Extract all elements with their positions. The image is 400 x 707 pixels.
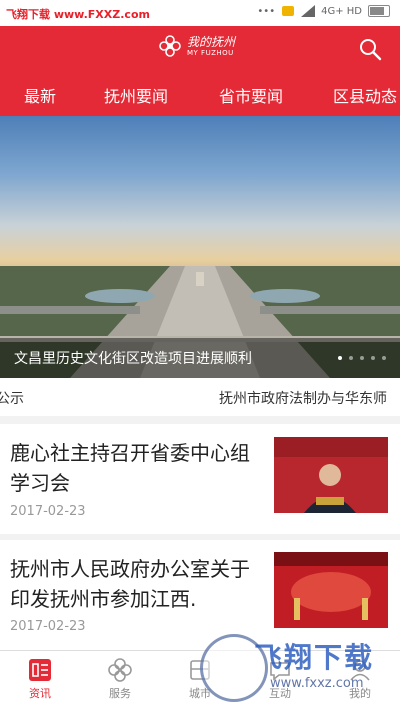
news-title[interactable]: 鹿心社主持召开省委中心组学习会 bbox=[10, 438, 266, 498]
watermark-text: 飞翔下载 bbox=[254, 641, 375, 674]
tab-fuzhou-news[interactable]: 抚州要闻 bbox=[104, 83, 168, 107]
carousel-dot[interactable] bbox=[382, 356, 386, 360]
news-date: 2017-02-23 bbox=[10, 504, 86, 519]
banner-caption-text: 文昌里历史文化街区改造项目进展顺利 bbox=[14, 351, 252, 367]
tabbar-item-service[interactable]: 服务 bbox=[80, 657, 160, 701]
watermark-logo: 飞翔下载 www.fxxz.com bbox=[200, 632, 390, 702]
tab-latest[interactable]: 最新 bbox=[24, 83, 56, 107]
search-icon[interactable] bbox=[358, 37, 382, 61]
tab-province-news[interactable]: 省市要闻 bbox=[219, 83, 283, 107]
battery-icon bbox=[368, 5, 390, 17]
news-thumbnail[interactable] bbox=[274, 552, 388, 628]
carousel-dot[interactable] bbox=[360, 356, 364, 360]
news-icon bbox=[29, 659, 51, 681]
ticker-item[interactable]: 抚州市政府法制办与华东师 bbox=[219, 388, 387, 408]
tabbar-item-news[interactable]: 资讯 bbox=[0, 657, 80, 701]
app-logo: 我的抚州 MY FUZHOU bbox=[158, 34, 235, 58]
network-label: 4G+ HD bbox=[321, 5, 362, 17]
signal-icon bbox=[301, 5, 316, 17]
watermark-url: www.fxxz.com bbox=[270, 676, 364, 691]
carousel-dot[interactable] bbox=[338, 356, 342, 360]
logo-flower-icon bbox=[159, 35, 181, 57]
service-icon bbox=[108, 658, 132, 682]
news-item[interactable]: 鹿心社主持召开省委中心组学习会 2017-02-23 bbox=[0, 424, 400, 534]
status-icons: ••• 4G+ HD bbox=[257, 4, 390, 18]
more-icon: ••• bbox=[257, 5, 276, 17]
news-date: 2017-02-23 bbox=[10, 619, 86, 634]
tabbar-label: 资讯 bbox=[29, 687, 51, 700]
watermark-top: 飞翔下载 www.FXXZ.com bbox=[6, 8, 150, 21]
app-header: 我的抚州 MY FUZHOU bbox=[0, 26, 400, 72]
logo-subtitle: MY FUZHOU bbox=[187, 49, 234, 57]
carousel-dot[interactable] bbox=[371, 356, 375, 360]
logo-title: 我的抚州 bbox=[187, 35, 236, 49]
tabbar-label: 服务 bbox=[109, 687, 131, 700]
banner-caption: 文昌里历史文化街区改造项目进展顺利 bbox=[0, 338, 400, 378]
news-thumbnail[interactable] bbox=[274, 437, 388, 513]
carousel-dots bbox=[338, 356, 386, 360]
ticker-item[interactable]: 公示 bbox=[0, 388, 24, 408]
banner-carousel[interactable]: 文昌里历史文化街区改造项目进展顺利 bbox=[0, 116, 400, 378]
carousel-dot[interactable] bbox=[349, 356, 353, 360]
news-title[interactable]: 抚州市人民政府办公室关于印发抚州市参加江西. bbox=[10, 554, 266, 614]
news-ticker[interactable]: 公示 抚州市政府法制办与华东师 bbox=[0, 378, 400, 416]
notification-icon bbox=[282, 6, 295, 16]
status-bar: 飞翔下载 www.FXXZ.com ••• 4G+ HD bbox=[0, 0, 400, 26]
tab-county-news[interactable]: 区县动态 bbox=[333, 83, 397, 107]
category-tabs: 最新 抚州要闻 省市要闻 区县动态 bbox=[0, 72, 400, 116]
